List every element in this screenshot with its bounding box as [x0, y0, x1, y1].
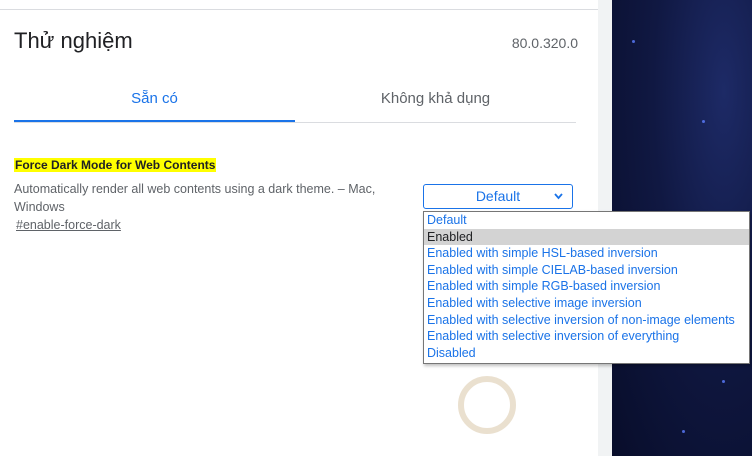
select-value: Default — [475, 188, 521, 204]
option-disabled[interactable]: Disabled — [424, 345, 749, 362]
tab-bar: Sẵn có Không khả dụng — [14, 80, 576, 123]
flag-state-select[interactable]: Default — [423, 184, 573, 209]
option-default[interactable]: Default — [424, 212, 749, 229]
tab-available[interactable]: Sẵn có — [14, 80, 295, 122]
option-selective-non-image[interactable]: Enabled with selective inversion of non-… — [424, 312, 749, 329]
option-cielab-inversion[interactable]: Enabled with simple CIELAB-based inversi… — [424, 262, 749, 279]
flag-permalink[interactable]: #enable-force-dark — [16, 218, 121, 232]
tab-unavailable[interactable]: Không khả dụng — [295, 80, 576, 122]
flag-state-dropdown: Default Enabled Enabled with simple HSL-… — [423, 211, 750, 364]
option-selective-everything[interactable]: Enabled with selective inversion of ever… — [424, 328, 749, 345]
flag-title: Force Dark Mode for Web Contents — [14, 158, 217, 172]
page-title: Thử nghiệm — [14, 28, 133, 53]
top-divider — [0, 0, 598, 10]
option-rgb-inversion[interactable]: Enabled with simple RGB-based inversion — [424, 278, 749, 295]
flag-description: Automatically render all web contents us… — [14, 182, 376, 214]
option-hsl-inversion[interactable]: Enabled with simple HSL-based inversion — [424, 245, 749, 262]
option-selective-image[interactable]: Enabled with selective image inversion — [424, 295, 749, 312]
version-label: 80.0.320.0 — [511, 35, 578, 51]
watermark-logo — [458, 370, 718, 440]
flags-page: Thử nghiệm 80.0.320.0 Sẵn có Không khả d… — [0, 0, 752, 456]
option-enabled[interactable]: Enabled — [424, 228, 749, 246]
